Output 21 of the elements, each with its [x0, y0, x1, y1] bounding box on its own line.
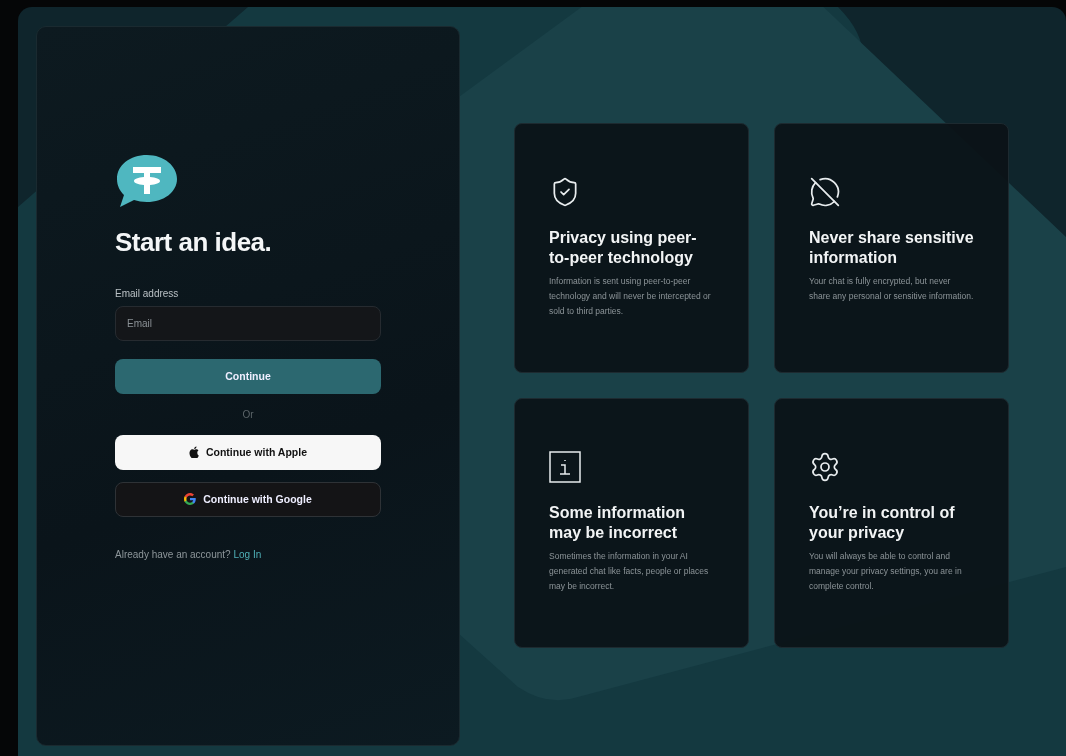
email-label: Email address: [115, 287, 180, 299]
feature-title: Never share sensitive information: [809, 228, 974, 268]
log-in-link[interactable]: Log In: [233, 548, 262, 560]
info-icon: [549, 451, 581, 483]
apple-icon: [188, 446, 199, 458]
heading: Start an idea.: [115, 226, 273, 258]
feature-description: Your chat is fully encrypted, but never share any personal or sensitive information.: [809, 275, 974, 303]
or-divider-text: Or: [241, 408, 255, 420]
logo-icon: [115, 152, 179, 209]
feature-title: You’re in control of your privacy: [809, 503, 956, 543]
feature-title: Privacy using peer-to-peer technology: [549, 228, 698, 268]
google-sign-in-button[interactable]: Continue with Google: [115, 481, 381, 517]
account-prompt: Already have an account? Log In: [115, 548, 263, 560]
apple-sign-in-button[interactable]: Continue with Apple: [115, 434, 381, 470]
feature-title: Some information may be incorrect: [549, 503, 686, 543]
feature-description: Information is sent using peer-to-peer technology and will never be intercepted or sold to third parties.: [549, 275, 712, 318]
continue-button[interactable]: Continue: [115, 358, 381, 394]
email-input-field[interactable]: Email: [115, 305, 381, 341]
feature-description: You will always be able to control and manage your privacy settings, you are in complete control.: [809, 550, 963, 593]
feature-description: Sometimes the information in your AI generated chat like facts, people or places may be incorrect.: [549, 550, 710, 593]
google-g-icon: [184, 493, 197, 505]
